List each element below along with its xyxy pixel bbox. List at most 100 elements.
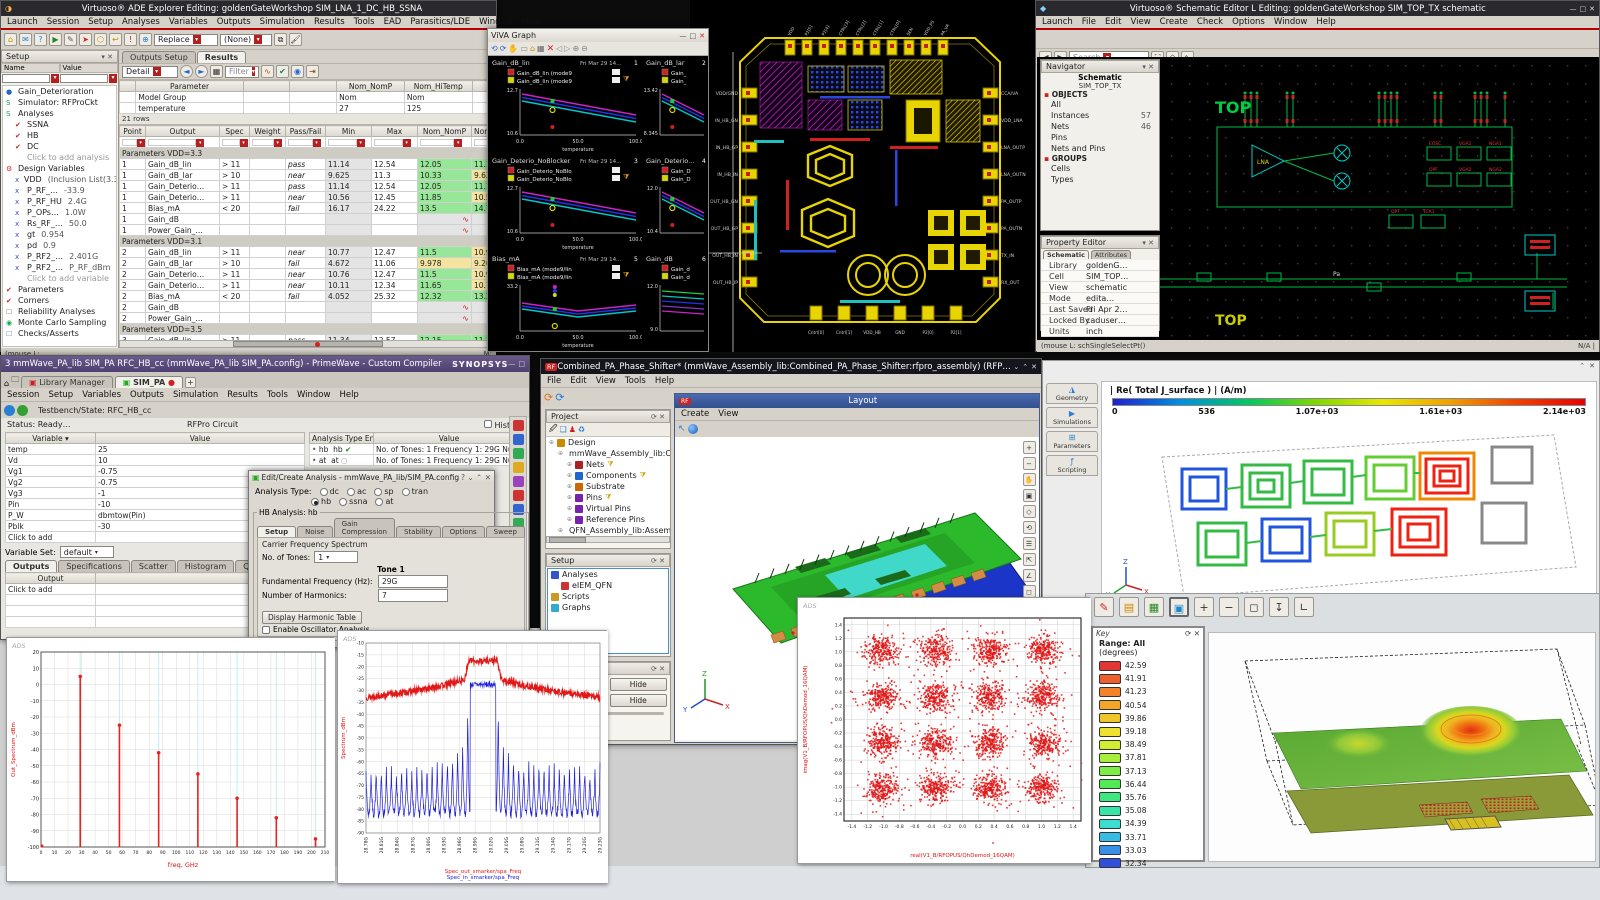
viva-miniplot-Gain_dB[interactable]: Gain_dB6Gain_dGain_d12.09.0	[644, 253, 708, 350]
navigator-header[interactable]: Navigator▾ ✕	[1041, 60, 1159, 73]
nav-object-item[interactable]: Pins	[1041, 132, 1159, 143]
nav-group-item[interactable]: Cells	[1041, 163, 1159, 174]
results-row[interactable]: 1Bias_mA< 20fail16.1724.2213.514.72	[120, 203, 497, 214]
setup-tree-item[interactable]: xP_RF2_…P_RF_dBm	[3, 262, 116, 273]
results-row[interactable]: 2Bias_mA< 20fail4.05225.3212.3213.26	[120, 291, 497, 302]
project-tree-item[interactable]: ⊕QFN_Assembly_lib:Assemb…	[546, 525, 670, 536]
menu-item-tools[interactable]: Tools	[625, 376, 646, 386]
param-col-header[interactable]	[243, 81, 290, 92]
filter-icon[interactable]: ⧩	[607, 460, 613, 469]
param-col-header[interactable]	[120, 81, 136, 92]
menu-item-options[interactable]: Options	[1232, 17, 1265, 27]
property-row[interactable]: Locked Bycaduser…	[1041, 315, 1159, 326]
param-col-header[interactable]: Nom_HiTemp	[404, 81, 472, 92]
constellation-plot-window[interactable]: ADS	[797, 597, 1090, 864]
key-item[interactable]: 41.91	[1099, 672, 1197, 685]
project-tree-item[interactable]: ⊕mmWave_Assembly_lib:Co…	[546, 448, 670, 459]
param-row[interactable]: temperature27125	[120, 103, 496, 114]
menu-item-view[interactable]: View	[718, 409, 738, 419]
surface-3d-canvas[interactable]	[1208, 632, 1596, 862]
ade-tool-4[interactable]: ✎	[64, 33, 77, 46]
farfield-toolbar[interactable]: ✎▤▦▣+−◻↧∟	[1086, 594, 1599, 620]
ade-tool-2[interactable]: ?	[34, 33, 47, 46]
ade-hscroll[interactable]	[119, 340, 496, 348]
dialog-tab-sweep[interactable]: Sweep	[486, 526, 525, 537]
ade-tool-copy[interactable]: ⧉	[274, 33, 287, 46]
menu-item-variables[interactable]: Variables	[169, 17, 208, 27]
key-item[interactable]: 39.18	[1099, 725, 1197, 738]
expander-icon[interactable]: ⊕	[549, 439, 554, 446]
farfield-window[interactable]: ✎▤▦▣+−◻↧∟ Key⟳ ✕ Range: All (degrees) 42…	[1085, 593, 1600, 868]
layout-titlebar[interactable]: RF Layout	[675, 394, 1039, 408]
dropdown-icon[interactable]: ▾	[254, 35, 262, 44]
setup-tree-item[interactable]: Graphs	[548, 602, 668, 613]
results-col-header[interactable]: Weight	[250, 126, 286, 137]
setup-tree-item[interactable]: xgt0.954	[3, 229, 116, 240]
tab-outputs[interactable]: Outputs	[5, 560, 57, 572]
results-col-header[interactable]: Max	[372, 126, 418, 137]
expander-icon[interactable]: ⊕	[567, 494, 572, 501]
key-item[interactable]: 33.03	[1099, 844, 1197, 857]
project-tree-item[interactable]: ⊕Virtual Pins	[546, 503, 670, 514]
menu-item-help[interactable]: Help	[339, 390, 358, 400]
ade-results-toolbar[interactable]: Detail▾ ◄ ► ▦ Filter▾ ∿ ✔ ◉ ⇥	[119, 63, 496, 80]
modulated-spectrum-plot-window[interactable]: ADS	[337, 630, 607, 884]
filter-combo[interactable]: Filter▾	[225, 66, 259, 78]
radio-tran[interactable]: tran	[402, 487, 428, 496]
column-filter[interactable]: ▾	[418, 137, 472, 148]
setup-tree-item[interactable]: SAnalyses	[3, 108, 116, 119]
viva-miniplot-Gain_dB_lin[interactable]: Gain_dB_linFri Mar 29 14…1Gain_dB_lin (m…	[490, 57, 642, 154]
view-tool-4[interactable]: ◇	[1023, 505, 1036, 518]
results-group-header[interactable]: Parameters VDD=3.1	[120, 236, 497, 247]
farfield-tool-6[interactable]: ◻	[1244, 597, 1264, 617]
nav-object-item[interactable]: Nets46	[1041, 121, 1159, 132]
nav-object-item[interactable]: Instances57	[1041, 110, 1159, 121]
setup-tree-item[interactable]: ✔Parameters	[3, 284, 116, 295]
menu-item-outputs[interactable]: Outputs	[130, 390, 164, 400]
primewave-tabstrip[interactable]: ⌂🗀 ▣ Library Manager ▣ SIM_PA ● +	[1, 372, 529, 388]
analysis-row[interactable]: • hb hb ✔No. of Tones: 1 Frequency 1: 29…	[310, 444, 525, 455]
expander-icon[interactable]: ⊕	[567, 516, 572, 523]
viva-miniplot-Gain_Deterio…[interactable]: Gain_Deterio…4Gain_DGain_D12.010.4	[644, 155, 708, 252]
setup-tree-item[interactable]: ⚙Design Variables	[3, 163, 116, 174]
setup-tree-item[interactable]: xP_RF_…-33.9	[3, 185, 116, 196]
property-row[interactable]: Last SavedFri Apr 2…	[1041, 304, 1159, 315]
ade-results-table[interactable]: PointOutputSpecWeightPass/FailMinMaxNom_…	[119, 125, 496, 340]
vars-col-header[interactable]: Variable ▾	[6, 433, 96, 444]
menu-item-view[interactable]: View	[596, 376, 616, 386]
ade-setup-panel[interactable]: Setup▾ ✕ Name Value ▾ ▾ ●Gain_Deteriorat…	[1, 50, 119, 348]
expander-icon[interactable]: ⊕	[567, 483, 572, 490]
dialog-tab-gain-compression[interactable]: Gain Compression	[334, 518, 395, 537]
ade-titlebar[interactable]: ◑ Virtuoso® ADE Explorer Editing: golden…	[1, 1, 496, 16]
results-row[interactable]: 1Gain_dB_lar> 10near9.62511.310.339.625	[120, 170, 497, 181]
view-tool-6[interactable]: ☰	[1023, 537, 1036, 550]
menu-item-results[interactable]: Results	[227, 390, 258, 400]
num-harmonics-input[interactable]: 7	[378, 589, 448, 602]
side-tool-0[interactable]	[513, 420, 524, 431]
layout-toolbar[interactable]: ↖	[675, 421, 1039, 437]
key-item[interactable]: 32.34	[1099, 857, 1197, 870]
tab-sim-pa[interactable]: ▣ SIM_PA ●	[115, 376, 183, 388]
dialog-tab-setup[interactable]: Setup	[257, 526, 296, 537]
tab-schematic[interactable]: Schematic	[1043, 250, 1089, 259]
variable-row[interactable]: temp25	[6, 444, 305, 455]
primewave-menubar[interactable]: SessionSetupVariablesOutputsSimulationRe…	[1, 388, 529, 402]
property-row[interactable]: CellSIM_TOP…	[1041, 271, 1159, 282]
expander-icon[interactable]: ⊕	[567, 505, 572, 512]
edit-analysis-dialog[interactable]: ▣ Edit/Create Analysis - mmWave_PA_lib/S…	[248, 470, 495, 648]
ade-tool-brush[interactable]: 🖌	[289, 33, 302, 46]
side-tool-3[interactable]	[513, 462, 524, 473]
menu-item-parasitics/lde[interactable]: Parasitics/LDE	[410, 17, 470, 27]
setup-tree-item[interactable]: ☐Checks/Asserts	[3, 328, 116, 339]
column-filter[interactable]: ▾	[326, 137, 372, 148]
expander-icon[interactable]: ⊕	[567, 472, 572, 479]
property-row[interactable]: Viewschematic	[1041, 282, 1159, 293]
project-tree-item[interactable]: ⊕Pins⧩	[546, 492, 670, 503]
ade-tool-6[interactable]: ⬡	[94, 33, 107, 46]
ade-tool-9[interactable]: ⊕	[139, 33, 152, 46]
menu-item-help[interactable]: Help	[655, 376, 674, 386]
view-tool-2[interactable]: ✋	[1023, 473, 1036, 486]
farfield-tool-2[interactable]: ▦	[1144, 597, 1164, 617]
menu-item-window[interactable]: Window	[479, 17, 513, 27]
plot-icon[interactable]: ∿	[261, 65, 274, 78]
